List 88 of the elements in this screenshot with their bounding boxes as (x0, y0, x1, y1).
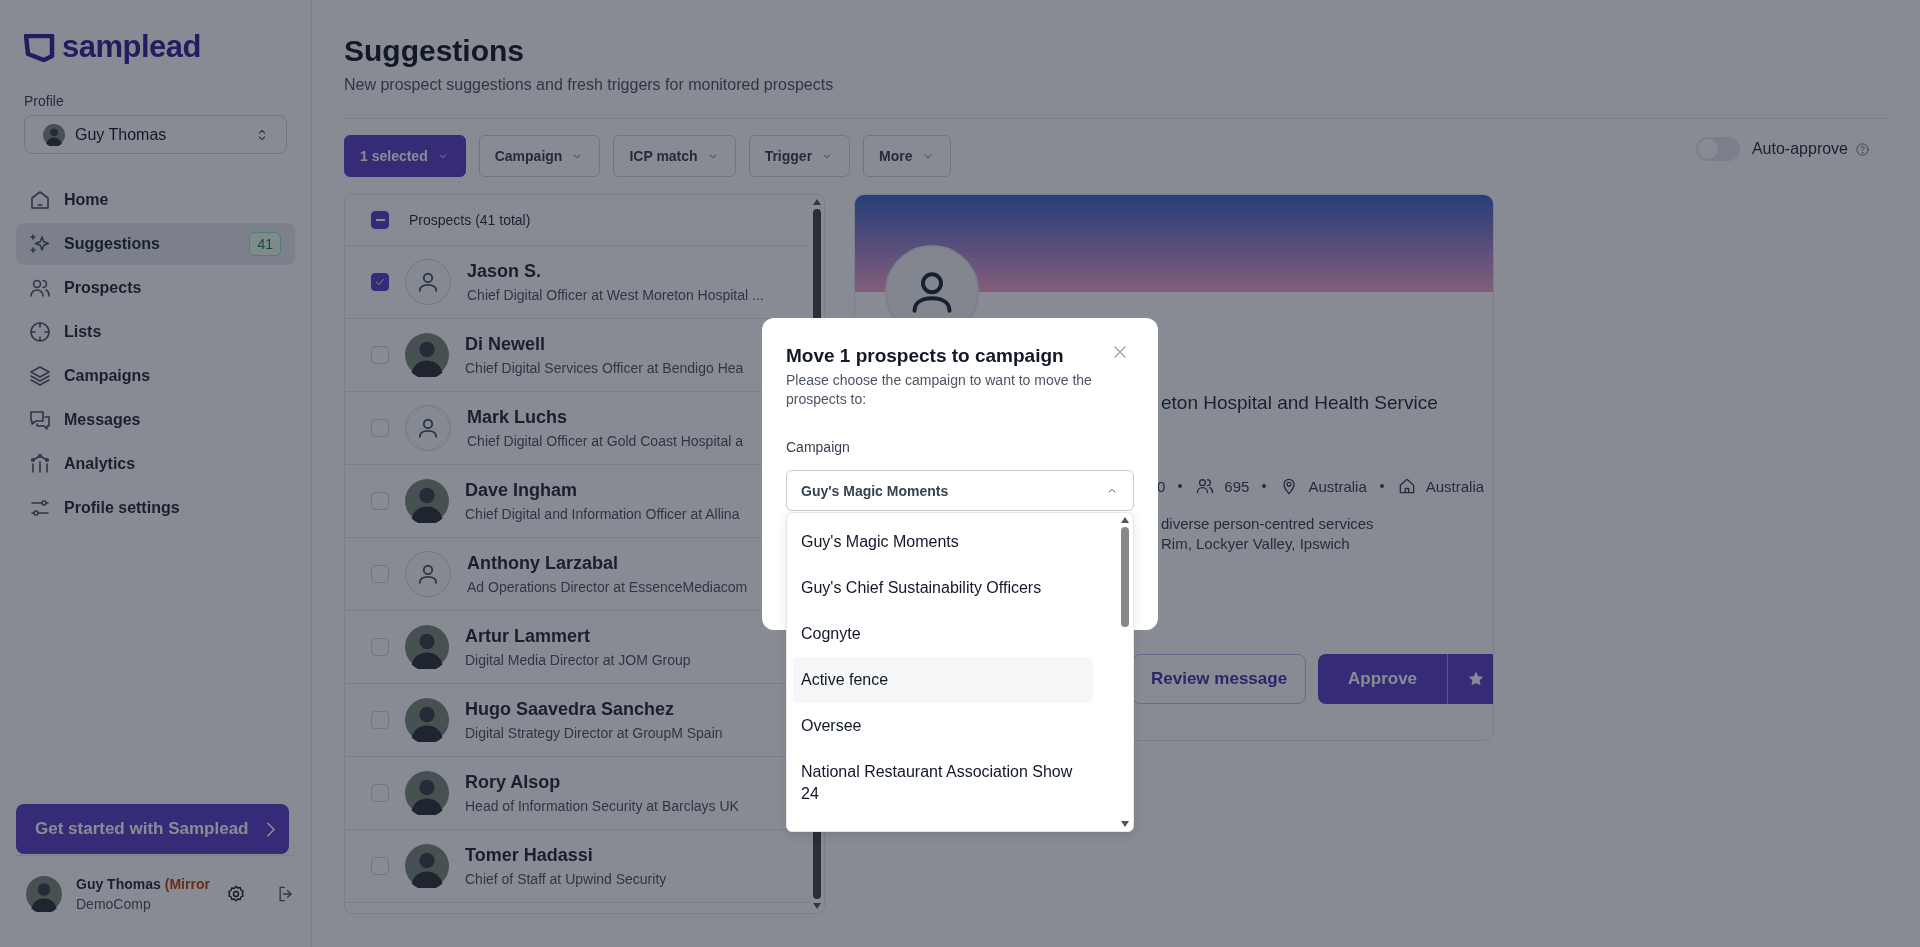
nav-item[interactable]: Profile settings (16, 487, 295, 529)
prospect-name[interactable]: Hugo Saavedra Sanchez (465, 699, 723, 720)
separator-dot (1379, 484, 1384, 488)
nav-item[interactable]: Campaigns (16, 355, 295, 397)
field-label: Profile (24, 93, 65, 109)
filter-dropdown[interactable]: Trigger (748, 135, 851, 177)
description-text: Rim, Lockyer Valley, Ipswich (1161, 534, 1351, 554)
prospect-title: Head of Information Security at Barclays UK (465, 798, 739, 814)
dropdown-option[interactable]: Cognyte (793, 611, 1093, 657)
company-name: eton Hospital and Health Service (1161, 392, 1439, 414)
prospect-title: Chief of Staff at Upwind Security (465, 871, 667, 887)
avatar (405, 771, 449, 815)
filter-dropdown[interactable]: ICP match (613, 135, 736, 177)
dropdown-option[interactable]: Active fence (793, 657, 1093, 703)
avatar (405, 479, 449, 523)
prospect-name[interactable]: Di Newell (465, 334, 744, 355)
favorite-button[interactable] (1447, 654, 1493, 704)
stat-value: 0 (1157, 477, 1166, 495)
count-badge: 41 (249, 232, 281, 256)
sparkle-icon (28, 232, 52, 256)
company-name: DemoComp (76, 896, 152, 912)
prospect-title: Chief Digital Services Officer at Bendigo Hea (465, 360, 744, 376)
layers-icon (28, 364, 52, 388)
approve-button[interactable]: Approve (1318, 654, 1448, 704)
dropdown-option[interactable]: Oversee (793, 703, 1093, 749)
prospect-title: Chief Digital Officer at West Moreton Hospital ... (467, 287, 764, 303)
separator-dot (1262, 484, 1267, 488)
page-subtitle: New prospect suggestions and fresh triggers for monitored prospects (344, 76, 835, 94)
prospect-name[interactable]: Dave Ingham (465, 480, 740, 501)
user-name: Guy Thomas (76, 876, 161, 892)
prospect-name[interactable]: Artur Lammert (465, 626, 691, 647)
mirror-tag: (Mirror (164, 876, 210, 892)
logo-icon (24, 34, 56, 62)
dropdown-option[interactable]: Guy's Magic Moments (793, 519, 1093, 565)
users-icon (1195, 476, 1216, 496)
prospect-name[interactable]: Anthony Larzabal (467, 553, 748, 574)
prospect-name[interactable]: Mark Luchs (467, 407, 743, 428)
stat-value: Australia (1308, 477, 1367, 495)
nav-item[interactable]: Lists (16, 311, 295, 353)
dropdown-option[interactable]: Guy's Chief Sustainability Officers (793, 565, 1093, 611)
stat-value: Australia (1425, 477, 1485, 495)
help-icon (1855, 141, 1870, 157)
row-checkbox[interactable] (371, 273, 389, 291)
chat-icon (28, 408, 52, 432)
chart-icon (28, 452, 52, 476)
scrollbar[interactable] (1120, 517, 1130, 827)
nav-item[interactable]: Analytics (16, 443, 295, 485)
nav-item[interactable]: Home (16, 179, 295, 221)
modal-description: Please choose the campaign to want to move the prospects to: (786, 371, 1093, 409)
page-title: Suggestions (344, 33, 525, 69)
nav-item[interactable]: Suggestions 41 (16, 223, 295, 265)
field-label: Campaign (786, 439, 851, 455)
crosshair-icon (28, 320, 52, 344)
prospect-title: Chief Digital and Information Officer at Allina (465, 506, 740, 522)
prospect-name[interactable]: Jason S. (467, 261, 764, 282)
logo-text: samplead (62, 30, 201, 66)
settings-icon[interactable] (225, 884, 246, 904)
avatar (26, 876, 62, 912)
dropdown-option[interactable]: National Restaurant Association Show 24 (793, 749, 1093, 817)
separator-dot (1178, 484, 1183, 488)
prospect-title: Chief Digital Officer at Gold Coast Hospital a (467, 433, 743, 449)
modal-title: Move 1 prospects to campaign (786, 345, 1064, 367)
home-icon (28, 188, 52, 212)
avatar (405, 333, 449, 377)
filter-dropdown[interactable]: 1 selected (344, 135, 466, 177)
prospect-title: Ad Operations Director at EssenceMediacom (467, 579, 748, 595)
nav-item[interactable]: Prospects (16, 267, 295, 309)
select-all-checkbox[interactable] (371, 211, 389, 229)
chevron-right-icon (266, 821, 275, 837)
toggle-label: Auto-approve (1751, 140, 1848, 158)
avatar (43, 123, 65, 146)
description-text: diverse person-centred services (1161, 514, 1375, 534)
campaign-select[interactable]: Guy's Magic Moments (786, 470, 1134, 511)
prospect-name[interactable]: Rory Alsop (465, 772, 739, 793)
nav-item[interactable]: Messages (16, 399, 295, 441)
prospect-title: Digital Strategy Director at GroupM Spain (465, 725, 723, 741)
get-started-button[interactable]: Get started with Samplead (16, 804, 289, 854)
prospect-name[interactable]: Tomer Hadassi (465, 845, 667, 866)
review-message-button[interactable]: Review message (1132, 654, 1307, 704)
profile-select[interactable]: Guy Thomas (24, 115, 287, 154)
list-header: Prospects (41 total) (409, 212, 531, 228)
stat-value: 695 (1224, 477, 1250, 495)
prospect-title: Digital Media Director at JOM Group (465, 652, 691, 668)
filter-dropdown[interactable]: More (863, 135, 951, 177)
avatar (405, 698, 449, 742)
filter-dropdown[interactable]: Campaign (478, 135, 601, 177)
avatar (405, 844, 449, 888)
avatar (405, 625, 449, 669)
